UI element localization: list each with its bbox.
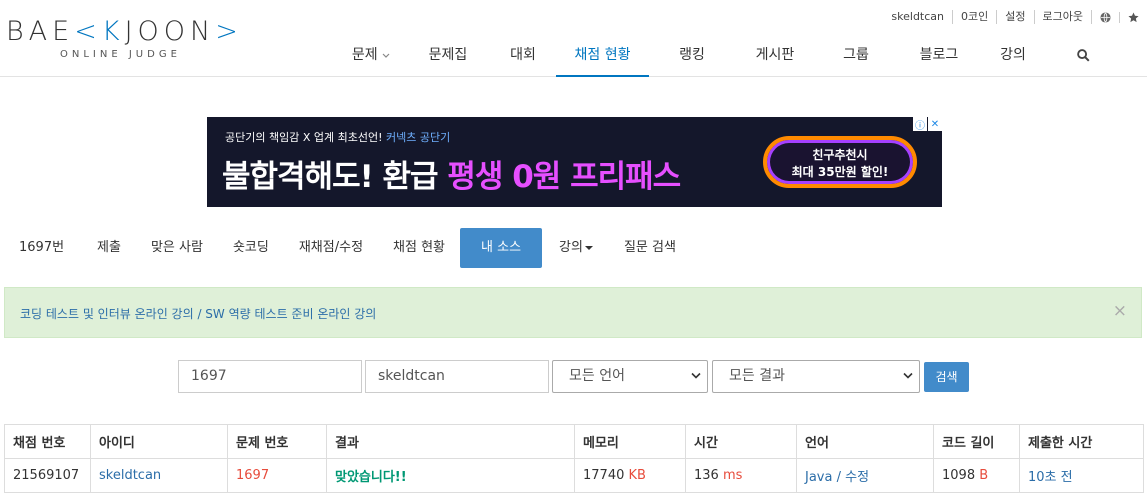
info-icon[interactable]: ⓘ [913,117,927,132]
logo-text-k: <K [74,16,125,47]
user-id-input[interactable]: skeldtcan [365,360,549,393]
submission-id: 21569107 [4,458,91,493]
logout-link[interactable]: 로그아웃 [1035,10,1092,24]
col-memory: 메모리 [574,424,686,459]
search-icon[interactable] [1045,36,1121,75]
language-link[interactable]: Java [805,470,832,485]
nav-contest[interactable]: 대회 [490,36,556,75]
coins-link[interactable]: 0코인 [953,10,998,24]
nav-board[interactable]: 게시판 [735,36,815,75]
settings-link[interactable]: 설정 [997,10,1035,24]
search-button[interactable]: 검색 [924,362,969,392]
site-logo[interactable]: BAE<KJOON> ONLINE JUDGE [6,16,256,64]
language-select[interactable]: 모든 언어 [552,360,708,393]
nav-lecture[interactable]: 강의 [981,36,1045,75]
tab-my-source[interactable]: 내 소스 [460,228,543,268]
nav-group[interactable]: 그룹 [815,36,897,75]
tab-accepted-users[interactable]: 맞은 사람 [136,228,218,268]
lecture-promo-link[interactable]: 코딩 테스트 및 인터뷰 온라인 강의 / SW 역량 테스트 준비 온라인 강… [20,305,376,322]
chevron-down-icon [903,372,913,379]
col-code-length: 코드 길이 [933,424,1020,459]
table-row: 21569107 skeldtcan 1697 맞았습니다!! 17740 KB… [4,458,1144,493]
tab-problem[interactable]: 1697번 [0,228,82,268]
ad-headline: 불합격해도! 환급 [222,159,439,195]
nav-ranking[interactable]: 랭킹 [649,36,735,75]
site-header: BAE<KJOON> ONLINE JUDGE skeldtcan 0코인 설정… [0,0,1147,77]
result-status: 맞았습니다!! [326,458,575,493]
col-language: 언어 [796,424,934,459]
chevron-down-icon [382,53,390,58]
caret-down-icon [584,245,593,250]
ad-badge: 친구추천시 최대 35만원 할인! [763,136,917,188]
ad-banner[interactable]: 공단기의 책임감 X 업계 최초선언! 커넥츠 공단기 불합격해도! 환급 평생… [207,117,942,207]
promo-alert: 코딩 테스트 및 인터뷰 온라인 강의 / SW 역량 테스트 준비 온라인 강… [4,287,1142,338]
tab-question-search[interactable]: 질문 검색 [608,228,691,268]
logo-text-left: BAE [6,16,75,47]
nav-workbook[interactable]: 문제집 [406,36,490,75]
submitted-time-link[interactable]: 10초 전 [1019,458,1144,493]
ad-offer: 평생 0원 프리패스 [447,159,681,195]
status-table: 채점 번호 아이디 문제 번호 결과 메모리 시간 언어 코드 길이 제출한 시… [4,424,1144,493]
tab-submit[interactable]: 제출 [82,228,136,268]
memory-cell: 17740 KB [574,458,686,493]
tab-status[interactable]: 채점 현황 [378,228,460,268]
ad-tagline: 공단기의 책임감 X 업계 최초선언! [225,131,383,144]
tab-rejudge[interactable]: 재채점/수정 [284,228,378,268]
nav-problems[interactable]: 문제 [336,36,406,75]
col-user-id: 아이디 [90,424,228,459]
tab-short-coding[interactable]: 숏코딩 [218,228,284,268]
ad-brand: 커넥츠 공단기 [386,131,451,144]
logo-subtitle: ONLINE JUDGE [60,49,181,60]
problem-subnav: 1697번 제출 맞은 사람 숏코딩 재채점/수정 채점 현황 내 소스 강의 … [0,228,691,268]
username-link[interactable]: skeldtcan [883,10,954,24]
chevron-down-icon [691,372,701,379]
table-header-row: 채점 번호 아이디 문제 번호 결과 메모리 시간 언어 코드 길이 제출한 시… [4,424,1144,459]
col-result: 결과 [326,424,575,459]
code-length-cell: 1098 B [933,458,1020,493]
close-icon[interactable]: ✕ [928,117,942,131]
problem-id-input[interactable]: 1697 [178,360,362,393]
time-cell: 136 ms [685,458,797,493]
alert-close-button[interactable]: × [1113,301,1127,321]
col-problem-id: 문제 번호 [227,424,327,459]
col-time: 시간 [685,424,797,459]
edit-link[interactable]: 수정 [845,470,869,485]
user-link[interactable]: skeldtcan [90,458,228,493]
problem-link[interactable]: 1697 [227,458,327,493]
col-submitted-time: 제출한 시간 [1019,424,1144,459]
nav-blog[interactable]: 블로그 [897,36,981,75]
star-icon[interactable] [1120,11,1147,23]
col-submission-id: 채점 번호 [4,424,91,459]
top-user-bar: skeldtcan 0코인 설정 로그아웃 [883,10,1147,24]
language-cell: Java / 수정 [796,458,934,493]
logo-text-right: JOON [124,16,216,47]
nav-status[interactable]: 채점 현황 [556,36,649,77]
result-select[interactable]: 모든 결과 [712,360,920,393]
tab-lecture[interactable]: 강의 [542,228,608,268]
ad-controls: ⓘ ✕ [912,117,942,132]
globe-icon[interactable] [1092,11,1120,23]
main-nav: 문제 문제집 대회 채점 현황 랭킹 게시판 그룹 블로그 강의 [336,36,1121,77]
